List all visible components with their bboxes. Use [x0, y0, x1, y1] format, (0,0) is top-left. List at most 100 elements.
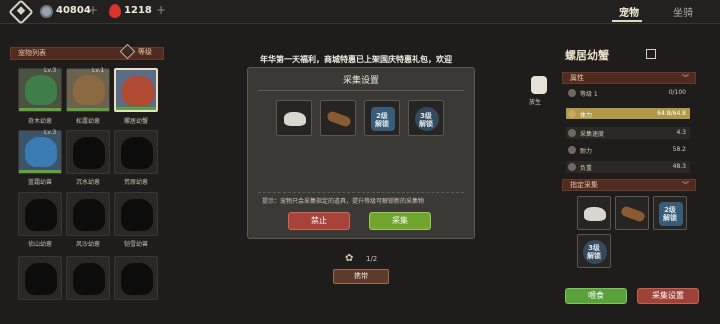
pet-detail-title: 螺居幼蟹 — [565, 49, 609, 62]
stat-row-load: 负重 48.3 — [566, 161, 690, 173]
divider — [258, 90, 464, 91]
stat-row-endurance: 耐力 58.2 — [566, 144, 690, 156]
collect-settings-modal — [247, 67, 475, 239]
pet-slot[interactable] — [18, 68, 62, 112]
pet-name: 侦山幼崽 — [27, 241, 52, 248]
pet-name: 荒原幼崽 — [123, 179, 148, 186]
pet-status-bar — [19, 108, 61, 111]
pet-slot-locked[interactable] — [114, 256, 158, 300]
coin-icon — [40, 5, 53, 18]
stat-row-level: 等级 1 0/100 — [566, 87, 690, 99]
stat-label: 等级 1 — [580, 91, 598, 98]
endurance-icon — [568, 146, 576, 154]
unlock-level-label: 2级 解锁 — [663, 206, 677, 222]
pet-slot-locked[interactable] — [18, 192, 62, 236]
pet-slot-selected[interactable] — [114, 68, 158, 112]
assigned-tool-locked-3[interactable]: 3级 解锁 — [577, 234, 611, 268]
attributes-title: 属性 — [570, 74, 584, 82]
wood-icon — [326, 110, 352, 128]
pet-silhouette — [121, 263, 153, 295]
pet-slot-locked[interactable] — [66, 256, 110, 300]
collect-button[interactable]: 采集 — [369, 212, 431, 230]
pet-slot-locked[interactable] — [18, 256, 62, 300]
pet-slot-locked[interactable] — [66, 130, 110, 174]
pet-level: Lv.1 — [92, 67, 105, 74]
pet-silhouette — [73, 199, 105, 231]
pet-slot[interactable] — [18, 130, 62, 174]
page-indicator: 1/2 — [366, 255, 378, 263]
pet-silhouette — [25, 263, 57, 295]
stamina-icon — [568, 110, 576, 118]
sort-label[interactable]: 等级 — [138, 47, 152, 57]
pet-name: 奇木幼崽 — [27, 118, 52, 125]
tab-pets[interactable]: 宠物 — [619, 4, 639, 19]
stat-value: 64.8/64.8 — [657, 110, 686, 117]
pet-silhouette — [121, 137, 153, 169]
forbid-button[interactable]: 禁止 — [288, 212, 350, 230]
pet-silhouette — [121, 199, 153, 231]
pet-slot[interactable] — [66, 68, 110, 112]
pet-level: Lv.3 — [44, 129, 57, 136]
pet-silhouette — [73, 263, 105, 295]
pet-level: Lv.3 — [44, 67, 57, 74]
pet-portrait — [25, 137, 57, 167]
stone-icon — [584, 207, 606, 221]
stat-value: 58.2 — [672, 146, 686, 153]
collapse-icon[interactable]: ︾ — [682, 73, 689, 83]
level-icon — [568, 89, 576, 97]
modal-hint: 提示：宠物只会采集指定的道具，提升等级可解锁新的采集物 — [262, 198, 425, 205]
unlock-level-label: 3级 解锁 — [419, 112, 433, 128]
collect-settings-button[interactable]: 采集设置 — [637, 288, 699, 304]
assigned-tool-locked-2[interactable]: 2级 解锁 — [653, 196, 687, 230]
stone-icon — [284, 112, 306, 126]
add-coins-icon[interactable]: + — [88, 3, 98, 17]
pet-slot-locked[interactable] — [66, 192, 110, 236]
pet-name: 风沙幼崽 — [75, 241, 100, 248]
pet-portrait — [25, 75, 57, 105]
stat-row-speed: 采集速度 4.3 — [566, 127, 690, 139]
tool-locked-2[interactable]: 2级 解锁 — [364, 100, 400, 136]
stat-label: 耐力 — [580, 148, 593, 155]
speed-icon — [568, 129, 576, 137]
pet-slot-locked[interactable] — [114, 130, 158, 174]
pet-status-bar — [67, 108, 109, 111]
pet-name: 铠雪幼兽 — [123, 241, 148, 248]
assigned-tool-wood[interactable] — [615, 196, 649, 230]
pet-portrait — [73, 75, 105, 105]
pet-status-bar — [19, 170, 61, 173]
release-label[interactable]: 放生 — [529, 97, 541, 106]
feed-button[interactable]: 喂食 — [565, 288, 627, 304]
tool-wood[interactable] — [320, 100, 356, 136]
divider — [258, 192, 464, 193]
pet-name: 沉水幼崽 — [75, 179, 100, 186]
modal-title: 采集设置 — [342, 76, 379, 86]
pet-silhouette — [25, 199, 57, 231]
announcement-ticker: 年华第一天福利，商城特惠已上架国庆特惠礼包，欢迎 — [260, 55, 452, 64]
collect-title: 指定采集 — [570, 181, 598, 189]
tab-mounts[interactable]: 坐骑 — [673, 4, 693, 19]
tool-stone[interactable] — [276, 100, 312, 136]
stat-value: 0/100 — [668, 89, 686, 96]
pet-name: 松露幼崽 — [75, 118, 100, 125]
gem-count: 1218 — [124, 5, 152, 16]
paw-icon: ✿ — [345, 253, 354, 264]
pet-slot-locked[interactable] — [114, 192, 158, 236]
collapse-icon[interactable]: ︾ — [682, 180, 689, 190]
tool-locked-3[interactable]: 3级 解锁 — [408, 100, 444, 136]
add-gems-icon[interactable]: + — [156, 3, 166, 17]
edit-name-icon[interactable] — [646, 49, 656, 59]
carry-button[interactable]: 携带 — [333, 269, 389, 284]
stat-label: 体力 — [580, 112, 593, 119]
pet-name: 螺居幼蟹 — [123, 118, 148, 125]
load-icon — [568, 163, 576, 171]
pet-silhouette — [73, 137, 105, 169]
release-icon[interactable] — [531, 76, 547, 94]
assigned-tool-stone[interactable] — [577, 196, 611, 230]
coin-count: 40804 — [56, 5, 91, 16]
stat-label: 采集速度 — [580, 131, 605, 138]
stat-value: 4.3 — [676, 129, 686, 136]
gem-icon — [109, 4, 121, 18]
unlock-level-label: 2级 解锁 — [375, 112, 389, 128]
wood-icon — [620, 205, 646, 223]
pet-status-bar — [116, 107, 156, 110]
